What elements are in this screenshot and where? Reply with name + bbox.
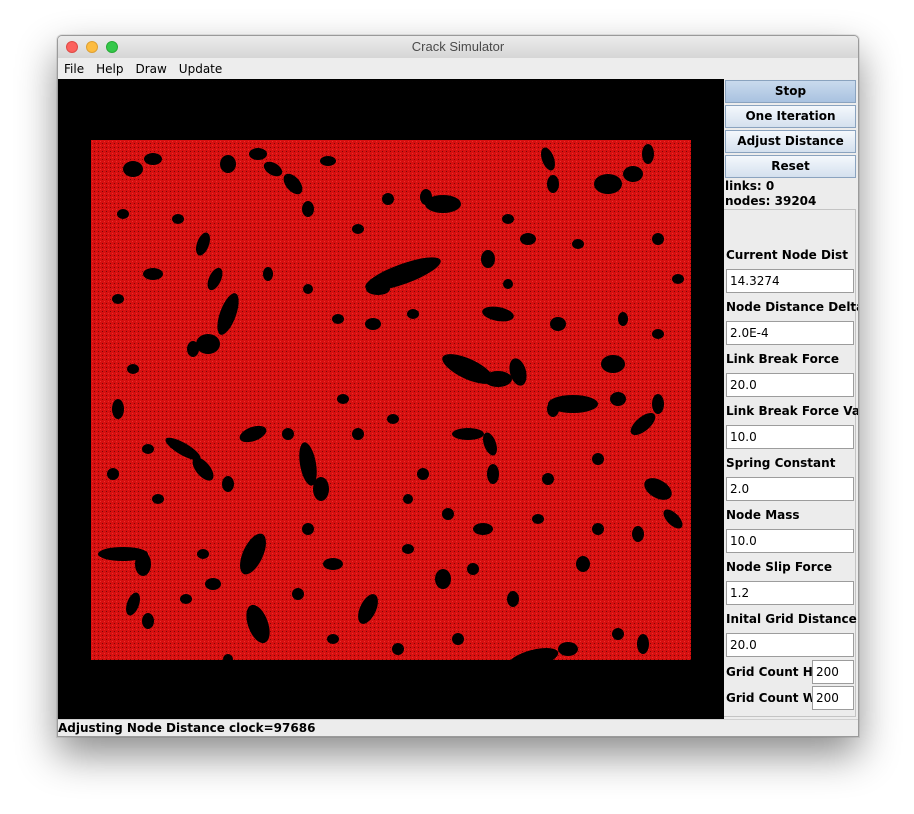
menu-draw[interactable]: Draw [129, 62, 172, 76]
adjust-distance-button[interactable]: Adjust Distance [725, 130, 856, 153]
stop-button[interactable]: Stop [725, 80, 856, 103]
node-mass-field[interactable] [726, 529, 854, 553]
node-distance-delta-label: Node Distance Delta [726, 300, 859, 314]
grid-count-w-field[interactable] [812, 686, 854, 710]
node-mass-label: Node Mass [726, 508, 800, 522]
initial-grid-distance-field[interactable] [726, 633, 854, 657]
window-title: Crack Simulator [411, 39, 505, 54]
nodes-count: nodes: 39204 [725, 194, 817, 208]
node-slip-force-field[interactable] [726, 581, 854, 605]
simulation-canvas[interactable] [58, 79, 724, 719]
spring-constant-field[interactable] [726, 477, 854, 501]
link-break-force-var-label: Link Break Force Var. [726, 404, 859, 418]
link-break-force-var-field[interactable] [726, 425, 854, 449]
app-window: Crack Simulator File Help Draw Update St… [57, 35, 859, 737]
status-bar: Adjusting Node Distance clock=97686 [58, 719, 858, 736]
grid-count-h-field[interactable] [812, 660, 854, 684]
control-panel: Stop One Iteration Adjust Distance Reset… [724, 79, 858, 719]
grid-count-w-label: Grid Count W [726, 691, 816, 705]
reset-button[interactable]: Reset [725, 155, 856, 178]
parameters-panel: Current Node Dist Node Distance Delta Li… [724, 209, 859, 717]
menu-file[interactable]: File [58, 62, 90, 76]
menu-update[interactable]: Update [173, 62, 228, 76]
menu-help[interactable]: Help [90, 62, 129, 76]
link-break-force-field[interactable] [726, 373, 854, 397]
node-slip-force-label: Node Slip Force [726, 560, 832, 574]
menu-bar: File Help Draw Update [58, 58, 858, 80]
current-node-dist-field[interactable] [726, 269, 854, 293]
node-distance-delta-field[interactable] [726, 321, 854, 345]
one-iteration-button[interactable]: One Iteration [725, 105, 856, 128]
initial-grid-distance-label: Inital Grid Distance [726, 612, 857, 626]
title-bar: Crack Simulator [58, 36, 858, 59]
grid-count-h-label: Grid Count H [726, 665, 813, 679]
links-count: links: 0 [725, 179, 775, 193]
current-node-dist-label: Current Node Dist [726, 248, 848, 262]
link-break-force-label: Link Break Force [726, 352, 840, 366]
spring-constant-label: Spring Constant [726, 456, 836, 470]
mesh-drawing [91, 140, 691, 694]
